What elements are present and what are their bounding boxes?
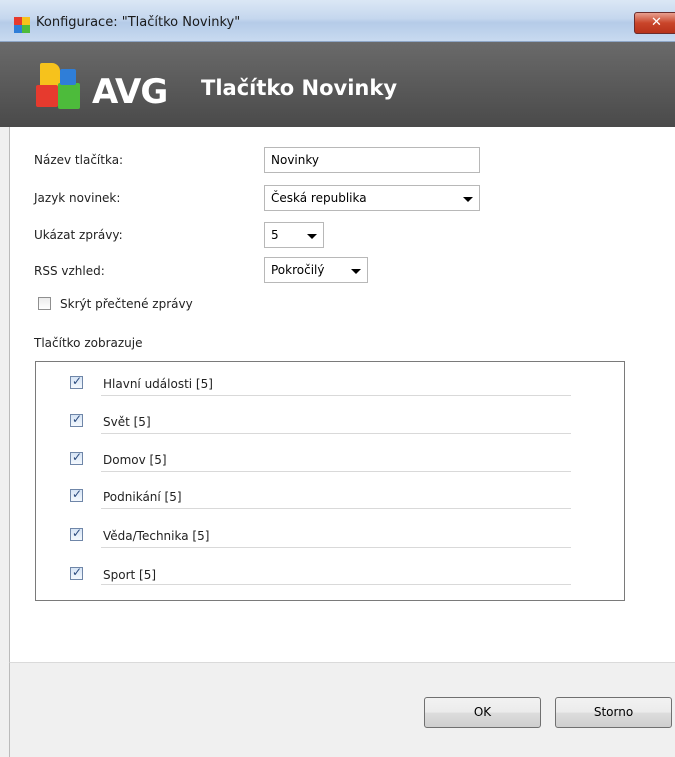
category-label: Sport [5] — [103, 568, 157, 582]
ok-button[interactable]: OK — [424, 697, 541, 728]
chevron-down-icon — [307, 234, 317, 239]
category-checkbox[interactable] — [70, 565, 83, 580]
config-dialog: Konfigurace: "Tlačítko Novinky" ✕ AVG Tl… — [0, 0, 675, 757]
category-checkbox[interactable] — [70, 412, 83, 427]
category-checkbox[interactable] — [70, 526, 83, 541]
brand-logo-text: AVG — [92, 72, 168, 112]
divider — [101, 547, 571, 548]
category-checkbox[interactable] — [70, 487, 83, 502]
chevron-down-icon — [351, 269, 361, 274]
title-bar[interactable]: Konfigurace: "Tlačítko Novinky" — [0, 0, 675, 42]
category-label: Svět [5] — [103, 415, 151, 429]
category-checkbox[interactable] — [70, 450, 83, 465]
divider — [101, 508, 571, 509]
cancel-button[interactable]: Storno — [555, 697, 672, 728]
category-label: Domov [5] — [103, 453, 167, 467]
category-label: Věda/Technika [5] — [103, 529, 210, 543]
divider — [101, 433, 571, 434]
hide-read-label: Skrýt přečtené zprávy — [60, 297, 193, 311]
category-label: Hlavní události [5] — [103, 377, 213, 391]
rss-style-value: Pokročilý — [271, 263, 325, 277]
button-name-input[interactable]: Novinky — [264, 147, 480, 173]
avg-app-icon — [14, 17, 30, 33]
category-checkbox[interactable] — [70, 374, 83, 389]
category-label: Podnikání [5] — [103, 490, 182, 504]
show-news-value: 5 — [271, 228, 279, 242]
divider — [101, 395, 571, 396]
button-name-label: Název tlačítka: — [34, 153, 124, 167]
avg-logo-icon — [36, 63, 84, 111]
show-news-label: Ukázat zprávy: — [34, 228, 123, 242]
divider — [101, 584, 571, 585]
window-title: Konfigurace: "Tlačítko Novinky" — [36, 15, 241, 30]
news-language-label: Jazyk novinek: — [34, 191, 121, 205]
rss-style-label: RSS vzhled: — [34, 264, 105, 278]
rss-style-select[interactable]: Pokročilý — [264, 257, 368, 283]
show-news-select[interactable]: 5 — [264, 222, 324, 248]
group-label: Tlačítko zobrazuje — [34, 336, 143, 350]
banner-title: Tlačítko Novinky — [201, 76, 398, 100]
hide-read-checkbox[interactable] — [38, 297, 51, 310]
divider — [101, 471, 571, 472]
close-button[interactable]: ✕ — [634, 12, 675, 34]
news-language-select[interactable]: Česká republika — [264, 185, 480, 211]
news-language-value: Česká republika — [271, 191, 367, 205]
news-categories-group — [35, 361, 625, 601]
chevron-down-icon — [463, 197, 473, 202]
